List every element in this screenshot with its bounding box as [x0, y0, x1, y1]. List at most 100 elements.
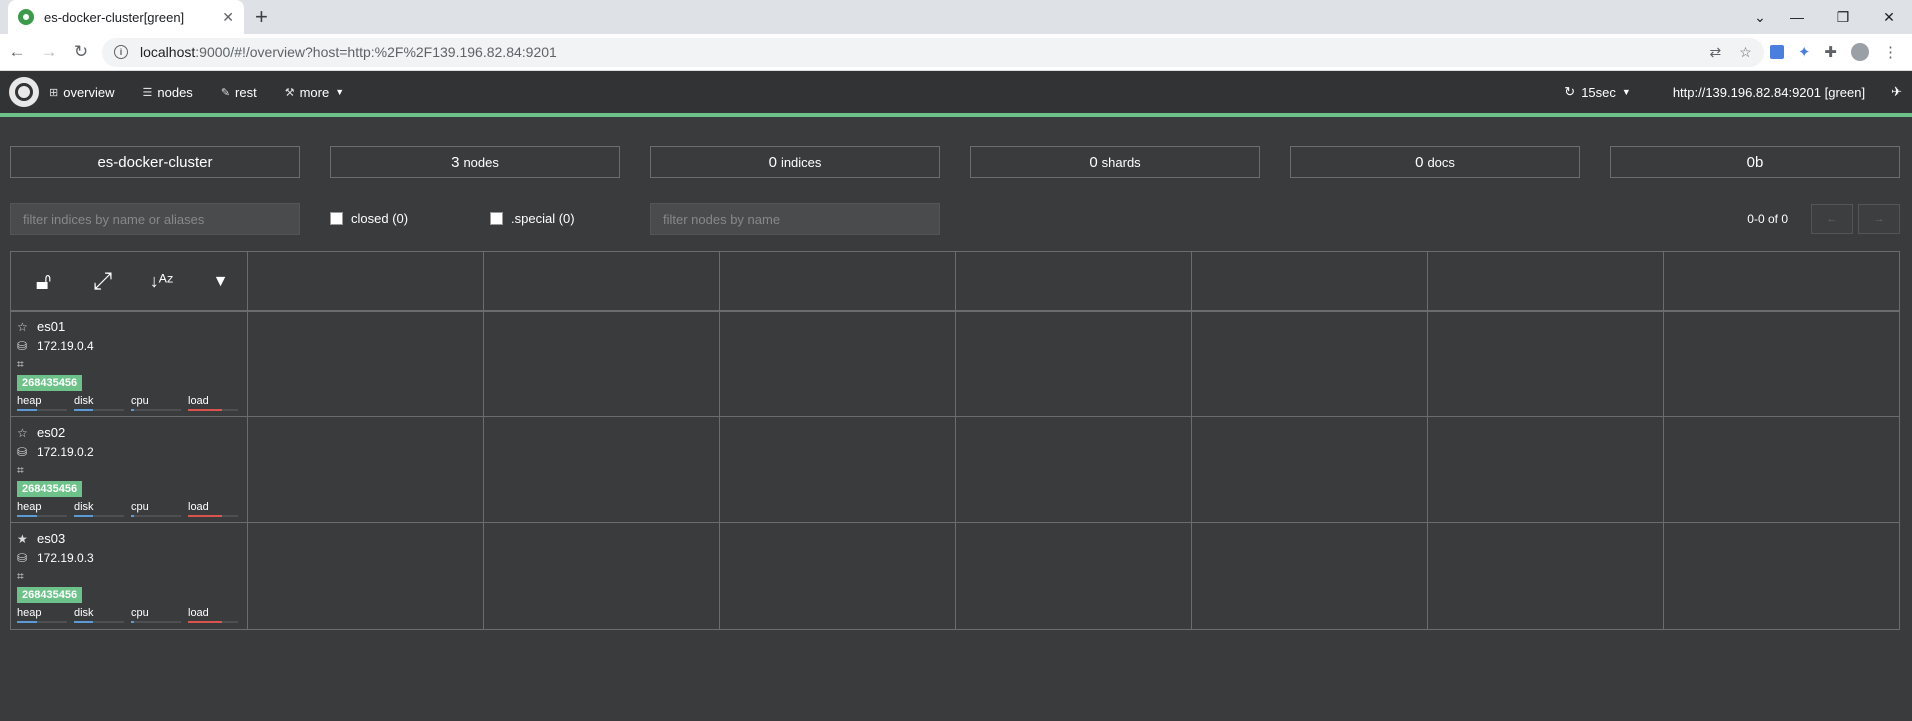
master-star-icon: ★	[17, 531, 28, 546]
nav-more-label: more	[299, 84, 330, 100]
chevron-down-icon: ▼	[1621, 87, 1631, 97]
disconnect-plug-icon[interactable]: ✈	[1891, 84, 1902, 100]
closed-checkbox[interactable]: closed (0)	[330, 211, 408, 226]
master-star-icon: ☆	[17, 425, 28, 440]
url-path: :9000/#!/overview?host=http:%2F%2F139.19…	[195, 44, 557, 60]
window-controls: ⌄ — ❐ ✕	[1746, 0, 1912, 34]
nodes-stat: 3 nodes	[330, 146, 620, 178]
tab-title: es-docker-cluster[green]	[44, 9, 185, 25]
node-row: ★ es03 ⛁ 172.19.0.3 ⌗ 268435456 heap dis…	[11, 523, 247, 629]
cpu-meter: cpu	[131, 607, 188, 623]
grid-header-controls: 🔓︎ ⤢ ↓ᴬᶻ ▼	[11, 252, 247, 311]
wand-icon: ⚒	[284, 86, 295, 99]
browser-menu-icon[interactable]: ⋮	[1883, 43, 1898, 61]
expand-icon[interactable]: ⤢	[76, 268, 129, 296]
nav-more[interactable]: ⚒ more ▼	[285, 85, 344, 100]
minimize-icon[interactable]: —	[1774, 9, 1820, 25]
node-meters: heap disk cpu load	[17, 607, 247, 623]
node-name[interactable]: es02	[37, 425, 65, 440]
extension-icon[interactable]	[1769, 45, 1784, 59]
extension-bird-icon[interactable]: ✦	[1798, 43, 1811, 61]
extensions-puzzle-icon[interactable]: ✚	[1824, 43, 1837, 61]
nav-overview[interactable]: ⊞ overview	[49, 85, 115, 100]
special-checkbox[interactable]: .special (0)	[490, 211, 575, 226]
url-host: localhost	[140, 44, 196, 60]
edit-icon: ✎	[220, 86, 231, 99]
unlock-icon[interactable]: 🔓︎	[17, 268, 70, 296]
translate-icon[interactable]: ⇄	[1710, 44, 1722, 61]
shards-count: 0	[1089, 153, 1098, 171]
cpu-meter: cpu	[131, 395, 188, 411]
refresh-interval-label: 15sec	[1581, 84, 1616, 100]
filter-bar: filter indices by name or aliases closed…	[10, 203, 1900, 235]
forward-icon[interactable]: →	[34, 42, 64, 62]
back-icon[interactable]: ←	[2, 42, 32, 62]
indices-count: 0	[768, 153, 777, 171]
size-value: 0b	[1746, 153, 1764, 171]
app-navbar: ⊞ overview ☰ nodes ✎ rest ⚒ more ▼ ↻ 15s…	[0, 71, 1912, 113]
nav-rest[interactable]: ✎ rest	[221, 85, 257, 100]
profile-avatar-icon[interactable]	[1851, 43, 1869, 61]
nodes-filter-placeholder: filter nodes by name	[663, 211, 781, 227]
disk-meter: disk	[74, 607, 131, 623]
heap-badge: 268435456	[17, 481, 83, 497]
cluster-name-stat: es-docker-cluster	[10, 146, 300, 178]
caret-down-icon[interactable]: ▼	[194, 273, 247, 291]
docs-count: 0	[1415, 153, 1424, 171]
special-label: .special (0)	[511, 211, 575, 226]
heap-meter: heap	[17, 501, 74, 517]
node-name[interactable]: es01	[37, 319, 65, 334]
bookmark-star-icon[interactable]: ☆	[1739, 44, 1752, 61]
index-columns	[247, 252, 1899, 629]
cluster-name: es-docker-cluster	[97, 153, 213, 171]
docs-label: docs	[1427, 154, 1455, 170]
prev-page-button[interactable]: ←	[1811, 204, 1853, 234]
nav-rest-label: rest	[235, 84, 257, 100]
address-bar[interactable]: i localhost:9000/#!/overview?host=http:%…	[102, 37, 1764, 67]
nav-nodes[interactable]: ☰ nodes	[143, 85, 193, 100]
close-window-icon[interactable]: ✕	[1866, 9, 1912, 26]
cluster-host[interactable]: http://139.196.82.84:9201 [green]	[1673, 85, 1865, 100]
refresh-interval-dropdown[interactable]: ↻ 15sec ▼	[1564, 84, 1631, 100]
sort-alpha-icon[interactable]: ↓ᴬᶻ	[135, 271, 188, 292]
node-meters: heap disk cpu load	[17, 501, 247, 517]
checkbox-icon[interactable]	[330, 212, 343, 225]
indices-label: indices	[780, 154, 822, 170]
nodes-filter-input[interactable]: filter nodes by name	[650, 203, 940, 235]
browser-tab[interactable]: es-docker-cluster[green] ✕	[8, 0, 244, 34]
chevron-down-icon: ▼	[335, 87, 345, 97]
new-tab-icon[interactable]: +	[255, 5, 268, 29]
node-row: ☆ es01 ⛁ 172.19.0.4 ⌗ 268435456 heap dis…	[11, 311, 247, 417]
node-ip: 172.19.0.4	[37, 338, 94, 353]
shards-stat: 0 shards	[970, 146, 1260, 178]
heap-badge: 268435456	[17, 375, 83, 391]
cerebro-logo-icon[interactable]	[9, 77, 39, 107]
sitemap-icon: ⊞	[49, 86, 59, 99]
load-meter: load	[188, 395, 245, 411]
node-row: ☆ es02 ⛁ 172.19.0.2 ⌗ 268435456 heap dis…	[11, 417, 247, 523]
crop-icon: ⌗	[17, 357, 24, 371]
load-meter: load	[188, 607, 245, 623]
cpu-meter: cpu	[131, 501, 188, 517]
close-tab-icon[interactable]: ✕	[222, 9, 234, 26]
nodes-count: 3	[451, 153, 460, 171]
indices-filter-input[interactable]: filter indices by name or aliases	[10, 203, 300, 235]
next-page-button[interactable]: →	[1858, 204, 1900, 234]
docs-stat: 0 docs	[1290, 146, 1580, 178]
refresh-icon: ↻	[1564, 84, 1576, 99]
nav-overview-label: overview	[63, 84, 115, 100]
crop-icon: ⌗	[17, 569, 24, 583]
site-info-icon[interactable]: i	[114, 45, 128, 59]
crop-icon: ⌗	[17, 463, 24, 477]
restore-icon[interactable]: ❐	[1820, 9, 1866, 26]
indices-stat: 0 indices	[650, 146, 940, 178]
nodes-label: nodes	[463, 154, 499, 170]
reload-icon[interactable]: ↻	[66, 42, 96, 62]
checkbox-icon[interactable]	[490, 212, 503, 225]
node-ip: 172.19.0.2	[37, 444, 94, 459]
master-star-icon: ☆	[17, 319, 28, 334]
tab-search-icon[interactable]: ⌄	[1746, 9, 1774, 26]
heap-meter: heap	[17, 607, 74, 623]
heap-meter: heap	[17, 395, 74, 411]
node-name[interactable]: es03	[37, 531, 65, 546]
